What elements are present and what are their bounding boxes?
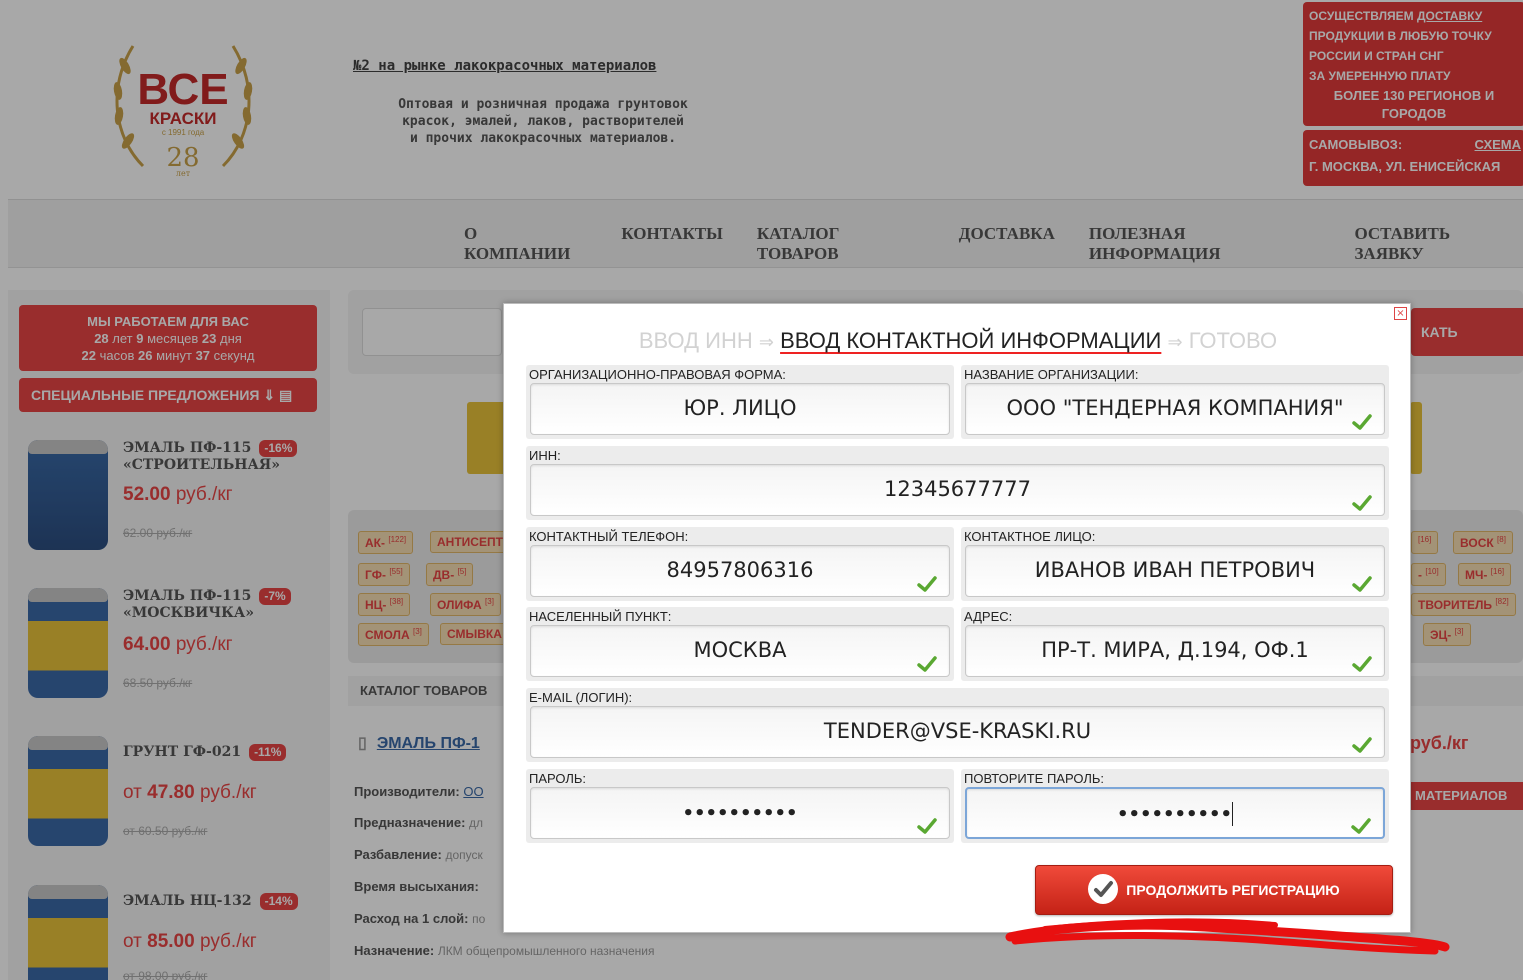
check-icon bbox=[917, 804, 937, 834]
check-icon bbox=[917, 642, 937, 672]
address-label: АДРЕС: bbox=[964, 609, 1013, 624]
org-name-label: НАЗВАНИЕ ОРГАНИЗАЦИИ: bbox=[964, 367, 1139, 382]
password-field[interactable]: •••••••••• bbox=[530, 787, 950, 839]
check-icon bbox=[1352, 562, 1372, 592]
inn-group: ИНН: 12345677777 bbox=[526, 446, 1389, 520]
org-form-label: ОРГАНИЗАЦИОННО-ПРАВОВАЯ ФОРМА: bbox=[529, 367, 786, 382]
password-group: ПАРОЛЬ: •••••••••• bbox=[526, 769, 954, 843]
registration-steps: ВВОД ИНН ⇒ ВВОД КОНТАКТНОЙ ИНФОРМАЦИИ ⇒ … bbox=[504, 328, 1412, 354]
registration-modal: × ВВОД ИНН ⇒ ВВОД КОНТАКТНОЙ ИНФОРМАЦИИ … bbox=[503, 303, 1411, 933]
step-inn: ВВОД ИНН bbox=[638, 328, 753, 353]
phone-group: КОНТАКТНЫЙ ТЕЛЕФОН: 84957806316 bbox=[526, 527, 954, 601]
password-repeat-label: ПОВТОРИТЕ ПАРОЛЬ: bbox=[964, 771, 1105, 786]
city-group: НАСЕЛЕННЫЙ ПУНКТ: МОСКВА bbox=[526, 607, 954, 681]
password-repeat-field[interactable]: •••••••••• bbox=[965, 787, 1385, 839]
close-icon[interactable]: × bbox=[1394, 307, 1407, 320]
email-group: E-MAIL (ЛОГИН): TENDER@VSE-KRASKI.RU bbox=[526, 688, 1389, 762]
contact-label: КОНТАКТНОЕ ЛИЦО: bbox=[964, 529, 1096, 544]
step-contact-info: ВВОД КОНТАКТНОЙ ИНФОРМАЦИИ bbox=[780, 328, 1162, 353]
inn-label: ИНН: bbox=[529, 448, 561, 463]
check-icon bbox=[1352, 400, 1372, 430]
check-icon bbox=[1352, 723, 1372, 753]
check-icon bbox=[1352, 481, 1372, 511]
contact-group: КОНТАКТНОЕ ЛИЦО: ИВАНОВ ИВАН ПЕТРОВИЧ bbox=[961, 527, 1389, 601]
arrow-icon: ⇒ bbox=[758, 332, 774, 352]
text-cursor bbox=[1232, 802, 1234, 826]
org-form-select[interactable]: ЮР. ЛИЦО bbox=[530, 383, 950, 435]
continue-registration-label: ПРОДОЛЖИТЬ РЕГИСТРАЦИЮ bbox=[1126, 882, 1340, 898]
address-field[interactable]: ПР-Т. МИРА, Д.194, ОФ.1 bbox=[965, 625, 1385, 677]
password-repeat-group: ПОВТОРИТЕ ПАРОЛЬ: •••••••••• bbox=[961, 769, 1389, 843]
address-group: АДРЕС: ПР-Т. МИРА, Д.194, ОФ.1 bbox=[961, 607, 1389, 681]
org-form-group: ОРГАНИЗАЦИОННО-ПРАВОВАЯ ФОРМА: ЮР. ЛИЦО bbox=[526, 365, 954, 439]
email-field[interactable]: TENDER@VSE-KRASKI.RU bbox=[530, 706, 1385, 758]
phone-label: КОНТАКТНЫЙ ТЕЛЕФОН: bbox=[529, 529, 689, 544]
org-name-group: НАЗВАНИЕ ОРГАНИЗАЦИИ: ООО "ТЕНДЕРНАЯ КОМ… bbox=[961, 365, 1389, 439]
city-field[interactable]: МОСКВА bbox=[530, 625, 950, 677]
password-label: ПАРОЛЬ: bbox=[529, 771, 587, 786]
email-label: E-MAIL (ЛОГИН): bbox=[529, 690, 633, 705]
phone-field[interactable]: 84957806316 bbox=[530, 545, 950, 597]
check-icon bbox=[1352, 642, 1372, 672]
step-done: ГОТОВО bbox=[1188, 328, 1278, 353]
city-label: НАСЕЛЕННЫЙ ПУНКТ: bbox=[529, 609, 672, 624]
check-icon bbox=[917, 562, 937, 592]
org-name-field[interactable]: ООО "ТЕНДЕРНАЯ КОМПАНИЯ" bbox=[965, 383, 1385, 435]
checkmark-circle-icon bbox=[1088, 874, 1119, 905]
red-scribble-annotation bbox=[1005, 918, 1450, 955]
check-icon bbox=[1351, 804, 1371, 834]
contact-field[interactable]: ИВАНОВ ИВАН ПЕТРОВИЧ bbox=[965, 545, 1385, 597]
arrow-icon: ⇒ bbox=[1167, 332, 1183, 352]
inn-field[interactable]: 12345677777 bbox=[530, 464, 1385, 516]
